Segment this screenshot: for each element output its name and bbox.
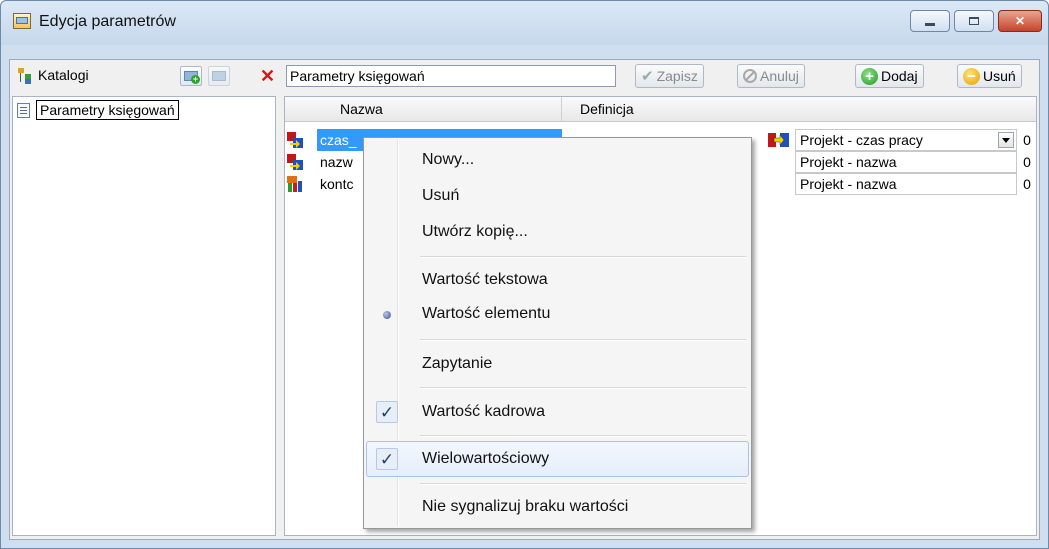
cancel-icon xyxy=(743,69,757,83)
add-button[interactable]: + Dodaj xyxy=(855,64,924,88)
folder-edit-icon xyxy=(212,71,226,81)
menu-item-new[interactable]: Nowy... xyxy=(366,142,749,178)
definition-cell[interactable]: Projekt - nazwa xyxy=(795,173,1017,195)
menu-item-delete[interactable]: Usuń xyxy=(366,178,749,214)
checkmark-icon: ✔ xyxy=(641,68,654,85)
definition-cell[interactable]: Projekt - nazwa xyxy=(795,151,1017,173)
app-window-icon xyxy=(13,13,31,29)
definition-element-icon xyxy=(768,133,789,147)
checkmark-icon: ✓ xyxy=(376,448,398,470)
catalog-tree-icon xyxy=(18,68,34,84)
parameter-element-icon xyxy=(287,132,303,148)
row-count: 0 xyxy=(1023,154,1031,170)
row-count: 0 xyxy=(1023,176,1031,192)
row-name[interactable]: kontc xyxy=(320,173,353,195)
context-menu: Nowy... Usuń Utwórz kopię... Wartość tek… xyxy=(363,137,752,529)
menu-separator xyxy=(420,483,746,485)
menu-item-hr-value[interactable]: ✓ Wartość kadrowa xyxy=(366,394,749,430)
minimize-icon xyxy=(925,22,935,26)
catalog-name-field[interactable]: Parametry księgowań xyxy=(286,65,616,87)
parameter-query-icon xyxy=(287,176,302,192)
minimize-button[interactable] xyxy=(910,10,950,32)
radio-dot-icon xyxy=(376,303,398,325)
catalog-tree[interactable]: Parametry księgowań xyxy=(12,96,276,536)
parameter-element-icon xyxy=(287,154,303,170)
checkmark-icon: ✓ xyxy=(376,401,398,423)
maximize-button[interactable] xyxy=(954,10,994,32)
column-header-definition[interactable]: Definicja xyxy=(580,101,634,117)
add-catalog-button[interactable]: + xyxy=(180,66,202,86)
edit-catalog-button[interactable] xyxy=(208,66,230,86)
close-button[interactable]: ✕ xyxy=(998,10,1042,32)
cancel-button[interactable]: Anuluj xyxy=(737,64,805,88)
document-list-icon xyxy=(17,102,30,118)
column-header-name[interactable]: Nazwa xyxy=(340,101,383,117)
minus-circle-icon: − xyxy=(963,67,980,85)
plus-circle-icon: + xyxy=(861,67,878,85)
menu-separator xyxy=(420,435,746,437)
definition-dropdown[interactable]: Projekt - czas pracy xyxy=(795,129,1017,151)
window-title: Edycja parametrów xyxy=(39,13,176,30)
menu-separator xyxy=(420,387,746,389)
remove-button[interactable]: − Usuń xyxy=(957,64,1022,88)
maximize-icon xyxy=(969,17,979,25)
menu-separator xyxy=(420,256,746,258)
tree-item[interactable]: Parametry księgowań xyxy=(17,100,179,120)
menu-item-multivalue[interactable]: ✓ Wielowartościowy xyxy=(366,441,749,477)
save-button[interactable]: ✔ Zapisz xyxy=(635,64,704,88)
catalogs-toolbar: Katalogi + ✕ xyxy=(10,60,280,93)
menu-item-no-missing-signal[interactable]: Nie sygnalizuj braku wartości xyxy=(366,489,749,525)
tree-item-label: Parametry księgowań xyxy=(36,100,179,120)
caption-buttons: ✕ xyxy=(910,10,1042,32)
menu-item-query[interactable]: Zapytanie xyxy=(366,346,749,382)
menu-item-text-value[interactable]: Wartość tekstowa xyxy=(366,262,749,298)
menu-item-element-value[interactable]: Wartość elementu xyxy=(366,296,749,332)
menu-separator xyxy=(420,339,746,341)
catalogs-label: Katalogi xyxy=(38,67,89,83)
delete-catalog-icon[interactable]: ✕ xyxy=(260,66,275,86)
title-bar[interactable]: Edycja parametrów ✕ xyxy=(1,1,1048,45)
menu-item-copy[interactable]: Utwórz kopię... xyxy=(366,214,749,250)
row-name[interactable]: nazw xyxy=(320,151,353,173)
close-icon: ✕ xyxy=(1014,14,1026,28)
parameters-toolbar: Parametry księgowań ✔ Zapisz Anuluj + Do… xyxy=(284,60,1040,93)
grid-header: Nazwa Definicja xyxy=(285,97,1036,122)
chevron-down-icon[interactable] xyxy=(998,132,1014,148)
row-count: 0 xyxy=(1023,132,1031,148)
